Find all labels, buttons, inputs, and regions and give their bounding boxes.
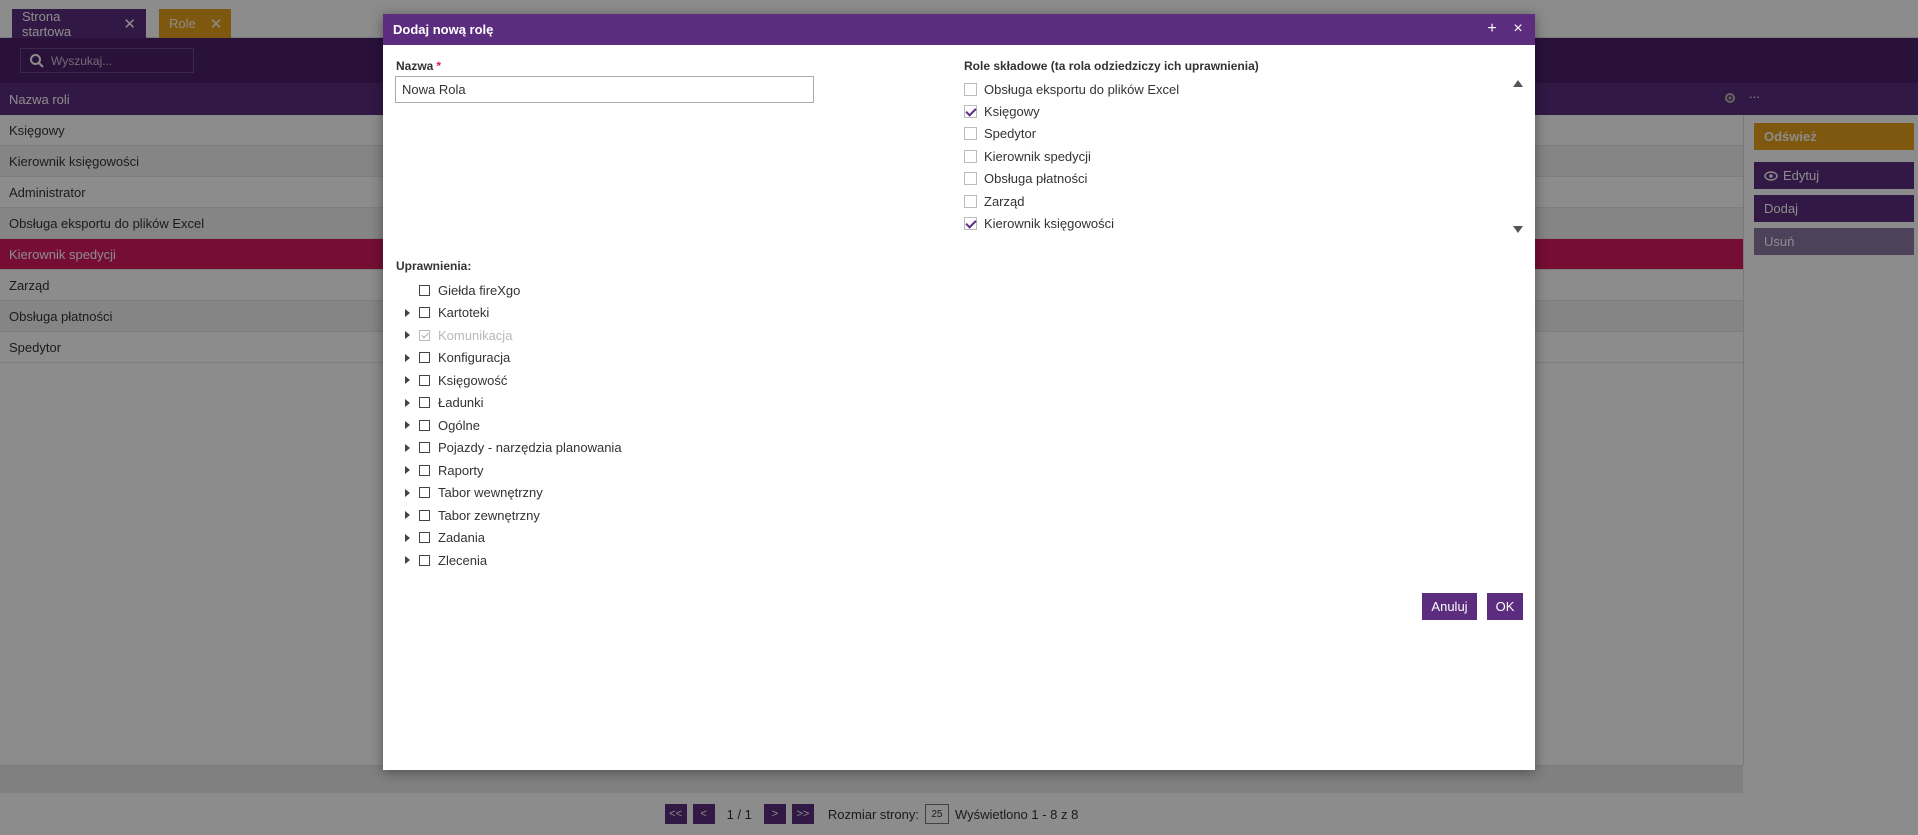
tree-item-label: Kartoteki xyxy=(438,305,490,321)
role-option[interactable]: Obsługa płatności xyxy=(964,168,1504,190)
expand-arrow-icon[interactable] xyxy=(405,398,410,407)
role-option[interactable]: Kierownik księgowości xyxy=(964,212,1504,234)
role-option-label: Spedytor xyxy=(984,126,1037,142)
tree-item[interactable]: Tabor zewnętrzny xyxy=(403,504,622,527)
checkbox-checked[interactable] xyxy=(964,105,977,119)
component-roles-list: Obsługa eksportu do plików Excel Księgow… xyxy=(964,78,1504,235)
scroll-up-icon[interactable] xyxy=(1513,80,1523,87)
permissions-label: Uprawnienia: xyxy=(396,259,472,273)
tree-item-label: Tabor wewnętrzny xyxy=(438,485,543,501)
expand-arrow-icon[interactable] xyxy=(405,466,410,475)
checkbox[interactable] xyxy=(419,352,430,364)
tree-item[interactable]: Ogólne xyxy=(403,414,622,437)
tree-item[interactable]: Zlecenia xyxy=(403,549,622,572)
tree-item[interactable]: Giełda fireXgo xyxy=(403,279,622,302)
tree-item-label: Księgowość xyxy=(438,372,508,388)
expand-arrow-icon[interactable] xyxy=(405,511,410,520)
required-mark: * xyxy=(436,59,442,73)
checkbox[interactable] xyxy=(419,397,430,409)
dialog-title: Dodaj nową rolę xyxy=(393,22,494,37)
tree-item-label: Raporty xyxy=(438,462,484,478)
checkbox[interactable] xyxy=(964,149,977,163)
tree-item[interactable]: Pojazdy - narzędzia planowania xyxy=(403,437,622,460)
expand-placeholder xyxy=(405,286,410,294)
component-roles-label: Role składowe (ta rola odziedziczy ich u… xyxy=(964,59,1259,73)
checkbox[interactable] xyxy=(419,464,430,476)
tree-item-label: Zadania xyxy=(438,530,485,546)
close-icon[interactable]: × xyxy=(1509,20,1527,38)
checkbox[interactable] xyxy=(964,127,977,141)
checkbox[interactable] xyxy=(964,172,977,186)
tree-item-label: Pojazdy - narzędzia planowania xyxy=(438,440,622,456)
checkbox[interactable] xyxy=(419,307,430,319)
expand-arrow-icon[interactable] xyxy=(405,376,410,385)
expand-arrow-icon[interactable] xyxy=(405,331,410,340)
tree-item[interactable]: Księgowość xyxy=(403,369,622,392)
tree-item-label: Komunikacja xyxy=(438,327,513,343)
role-option-label: Księgowy xyxy=(984,104,1040,120)
name-label-text: Nazwa xyxy=(396,59,434,73)
checkbox[interactable] xyxy=(419,532,430,544)
expand-arrow-icon[interactable] xyxy=(405,556,410,565)
checkbox[interactable] xyxy=(419,374,430,386)
expand-arrow-icon[interactable] xyxy=(405,353,410,362)
role-option[interactable]: Spedytor xyxy=(964,123,1504,145)
tree-item-label: Zlecenia xyxy=(438,552,488,568)
role-option[interactable]: Księgowy xyxy=(964,100,1504,122)
role-option[interactable]: Kierownik spedycji xyxy=(964,145,1504,167)
expand-arrow-icon[interactable] xyxy=(405,488,410,497)
cancel-button[interactable]: Anuluj xyxy=(1422,593,1477,620)
checkbox[interactable] xyxy=(419,509,430,521)
tree-item-label: Giełda fireXgo xyxy=(438,282,521,298)
checkbox-disabled xyxy=(419,329,430,341)
role-option[interactable]: Obsługa eksportu do plików Excel xyxy=(964,78,1504,100)
role-option-label: Obsługa płatności xyxy=(984,171,1088,187)
name-label: Nazwa * xyxy=(396,59,441,73)
tree-item[interactable]: Ładunki xyxy=(403,392,622,415)
role-option[interactable]: Zarząd xyxy=(964,190,1504,212)
tree-item-label: Tabor zewnętrzny xyxy=(438,507,540,523)
checkbox[interactable] xyxy=(419,554,430,566)
role-option-label: Obsługa eksportu do plików Excel xyxy=(984,81,1180,97)
expand-arrow-icon[interactable] xyxy=(405,533,410,542)
checkbox[interactable] xyxy=(964,194,977,208)
tree-item[interactable]: Konfiguracja xyxy=(403,347,622,370)
tree-item-label: Ładunki xyxy=(438,395,484,411)
role-option-label: Kierownik spedycji xyxy=(984,148,1091,164)
checkbox[interactable] xyxy=(964,82,977,96)
checkbox[interactable] xyxy=(419,487,430,499)
add-role-dialog: Dodaj nową rolę + × Nazwa* Role składowe… xyxy=(383,14,1535,770)
role-option-label: Zarząd xyxy=(984,193,1025,209)
expand-arrow-icon[interactable] xyxy=(405,443,410,452)
tree-item[interactable]: Zadania xyxy=(403,527,622,550)
maximize-icon[interactable]: + xyxy=(1483,20,1501,38)
tree-item-label: Konfiguracja xyxy=(438,350,511,366)
checkbox[interactable] xyxy=(419,442,430,454)
checkbox[interactable] xyxy=(419,284,430,296)
tree-item[interactable]: Tabor wewnętrzny xyxy=(403,482,622,505)
tree-item[interactable]: Raporty xyxy=(403,459,622,482)
role-option-label: Kierownik księgowości xyxy=(984,216,1115,232)
name-input[interactable] xyxy=(395,76,814,103)
permissions-tree: Giełda fireXgo Kartoteki Komunikacja Kon… xyxy=(403,279,622,572)
tree-item[interactable]: Kartoteki xyxy=(403,302,622,325)
scroll-down-icon[interactable] xyxy=(1513,226,1523,233)
expand-arrow-icon[interactable] xyxy=(405,421,410,430)
tree-item-label: Ogólne xyxy=(438,417,480,433)
expand-arrow-icon[interactable] xyxy=(405,308,410,317)
tree-item: Komunikacja xyxy=(403,324,622,347)
ok-button[interactable]: OK xyxy=(1487,593,1523,620)
dialog-header: Dodaj nową rolę + × xyxy=(383,14,1535,45)
checkbox[interactable] xyxy=(419,419,430,431)
checkbox-checked[interactable] xyxy=(964,217,977,231)
